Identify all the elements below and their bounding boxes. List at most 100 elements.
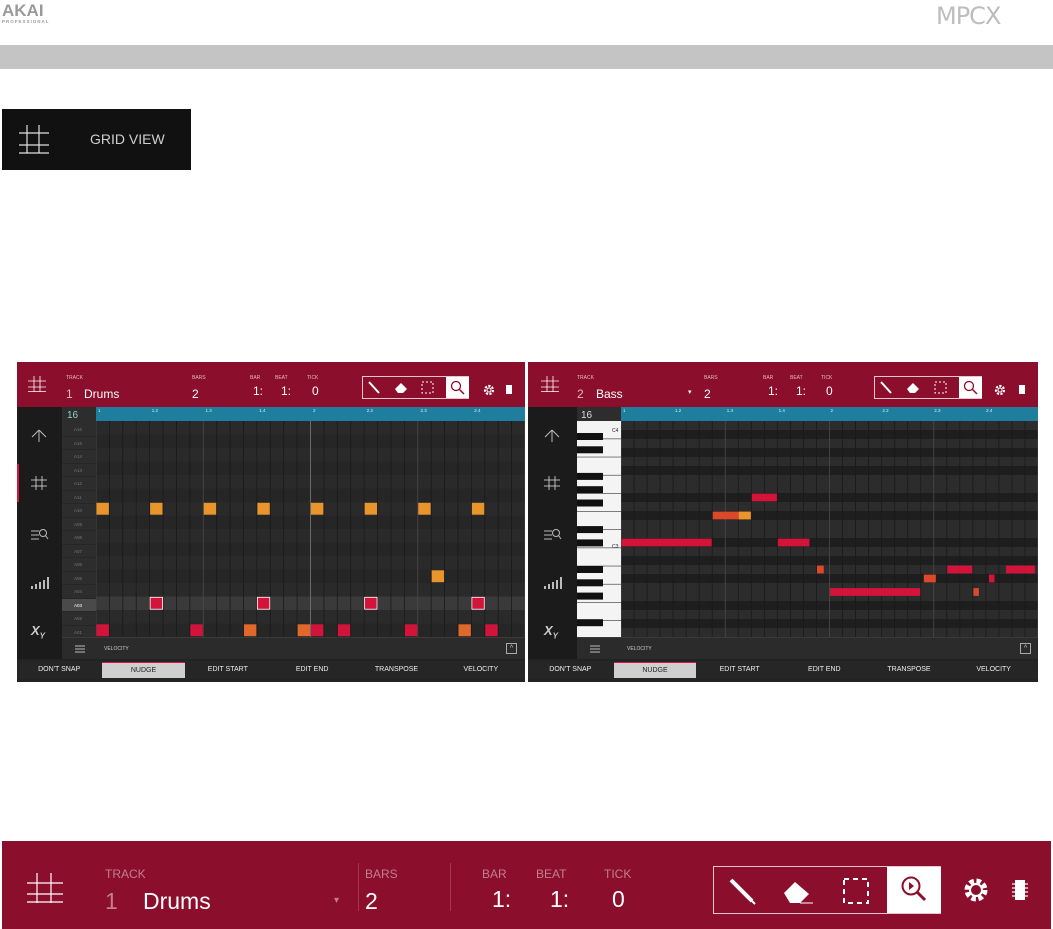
softkey-edit-end[interactable]: EDIT END [783, 662, 866, 678]
pad-row-label[interactable]: A10 [62, 504, 96, 518]
note-event[interactable] [257, 502, 270, 515]
note-event[interactable] [311, 502, 324, 515]
black-key[interactable] [577, 592, 603, 600]
pencil-icon[interactable] [367, 380, 381, 395]
track-name[interactable]: Bass [596, 387, 623, 401]
softkey-edit-end[interactable]: EDIT END [271, 662, 353, 678]
zoom-tool-selected[interactable] [446, 377, 469, 398]
beat-value[interactable]: 1: [281, 384, 291, 398]
pad-row-label[interactable]: A05 [62, 572, 96, 585]
note-event[interactable] [988, 574, 995, 583]
track-name[interactable]: Drums [84, 387, 119, 401]
pad-row-label[interactable]: A11 [62, 491, 96, 504]
note-event[interactable] [621, 538, 712, 547]
timeline-ruler[interactable]: 1 1.2 1.3 1.4 2 2.2 2.3 2.4 [621, 407, 1038, 421]
black-key[interactable] [577, 526, 603, 534]
note-event[interactable] [1005, 565, 1035, 574]
softkey-velocity[interactable]: VELOCITY [952, 662, 1035, 678]
grid-icon[interactable] [27, 873, 63, 903]
beat-value[interactable]: 1: [550, 886, 569, 913]
black-key[interactable] [577, 472, 603, 480]
list-search-icon[interactable] [544, 527, 562, 541]
select-icon[interactable] [842, 877, 870, 905]
velocity-bars-icon[interactable] [31, 577, 49, 589]
note-event[interactable] [404, 624, 418, 637]
black-key[interactable] [577, 579, 603, 587]
settings-icon[interactable] [961, 875, 991, 905]
note-event[interactable] [458, 624, 471, 637]
note-event[interactable] [96, 502, 109, 515]
pad-row-label[interactable]: A04 [62, 585, 96, 599]
note-event[interactable] [150, 502, 163, 515]
note-event[interactable] [149, 596, 163, 610]
select-icon[interactable] [420, 380, 435, 395]
softkey-transpose[interactable]: TRANSPOSE [868, 662, 951, 678]
black-key[interactable] [577, 539, 603, 547]
list-icon[interactable] [590, 644, 600, 654]
note-event[interactable] [485, 624, 498, 637]
note-event[interactable] [923, 574, 936, 583]
pad-row-label[interactable]: A02 [62, 612, 96, 626]
note-event[interactable] [297, 624, 310, 637]
note-event[interactable] [471, 596, 485, 610]
pad-row-label[interactable]: A16 [62, 423, 96, 437]
note-event[interactable] [431, 570, 445, 583]
black-key[interactable] [577, 486, 603, 494]
note-event[interactable] [777, 538, 810, 547]
note-event[interactable] [337, 624, 351, 637]
note-event[interactable] [203, 502, 217, 515]
grid-icon[interactable] [31, 476, 47, 490]
zoom-tool-selected[interactable] [959, 377, 982, 398]
pencil-icon[interactable] [728, 877, 756, 905]
grid-icon[interactable] [28, 376, 46, 392]
note-event[interactable] [418, 502, 431, 515]
note-event[interactable] [816, 565, 824, 574]
softkey-don-t-snap[interactable]: DON'T SNAP [18, 662, 100, 678]
bar-value[interactable]: 1: [253, 384, 263, 398]
list-icon[interactable] [75, 644, 85, 654]
up-arrow-icon[interactable] [31, 429, 47, 443]
piano-keys[interactable] [577, 421, 621, 639]
eraser-icon[interactable] [393, 380, 409, 395]
velocity-bars-icon[interactable] [544, 577, 562, 589]
black-key[interactable] [577, 499, 603, 507]
expand-button[interactable]: ^ [1020, 643, 1031, 654]
dropdown-arrow-icon[interactable]: ▾ [688, 388, 692, 396]
dropdown-arrow-icon[interactable]: ▾ [334, 895, 339, 906]
note-grid-canvas[interactable] [620, 421, 1038, 637]
black-key[interactable] [577, 566, 603, 573]
note-event[interactable] [830, 588, 921, 596]
note-grid-canvas[interactable] [95, 421, 525, 637]
note-event[interactable] [256, 596, 271, 610]
settings-icon[interactable] [993, 383, 1007, 397]
note-event[interactable] [190, 624, 203, 637]
pad-row-label[interactable]: A09 [62, 518, 96, 531]
softkey-nudge[interactable]: NUDGE [102, 662, 185, 678]
piano-keyboard[interactable]: 16 C4 C3 [577, 407, 621, 639]
timeline-ruler[interactable]: 1 1.2 1.3 1.4 2 2.2 2.3 2.4 [96, 407, 525, 421]
settings-icon[interactable] [482, 383, 496, 397]
note-event[interactable] [751, 493, 777, 502]
grid-icon[interactable] [541, 376, 559, 392]
note-event[interactable] [738, 511, 751, 520]
grid-icon[interactable] [544, 476, 560, 490]
pad-row-label[interactable]: A15 [62, 437, 96, 450]
beat-value[interactable]: 1: [796, 384, 806, 398]
note-grid[interactable] [95, 421, 525, 637]
note-event[interactable] [96, 624, 109, 637]
track-name[interactable]: Drums [143, 888, 211, 915]
select-icon[interactable] [933, 380, 948, 395]
bars-value[interactable]: 2 [192, 387, 199, 401]
softkey-velocity[interactable]: VELOCITY [440, 662, 522, 678]
bars-value[interactable]: 2 [704, 387, 711, 401]
note-event[interactable] [311, 624, 324, 637]
pad-row-label[interactable]: A13 [62, 464, 96, 477]
eraser-icon[interactable] [780, 877, 814, 905]
white-key[interactable] [577, 602, 621, 621]
note-event[interactable] [973, 588, 979, 596]
softkey-don-t-snap[interactable]: DON'T SNAP [529, 662, 612, 678]
pad-row-label[interactable]: A07 [62, 545, 96, 558]
expand-button[interactable]: ^ [506, 643, 517, 654]
tick-value[interactable]: 0 [612, 886, 625, 913]
pad-row-label[interactable]: A03 [62, 598, 96, 612]
